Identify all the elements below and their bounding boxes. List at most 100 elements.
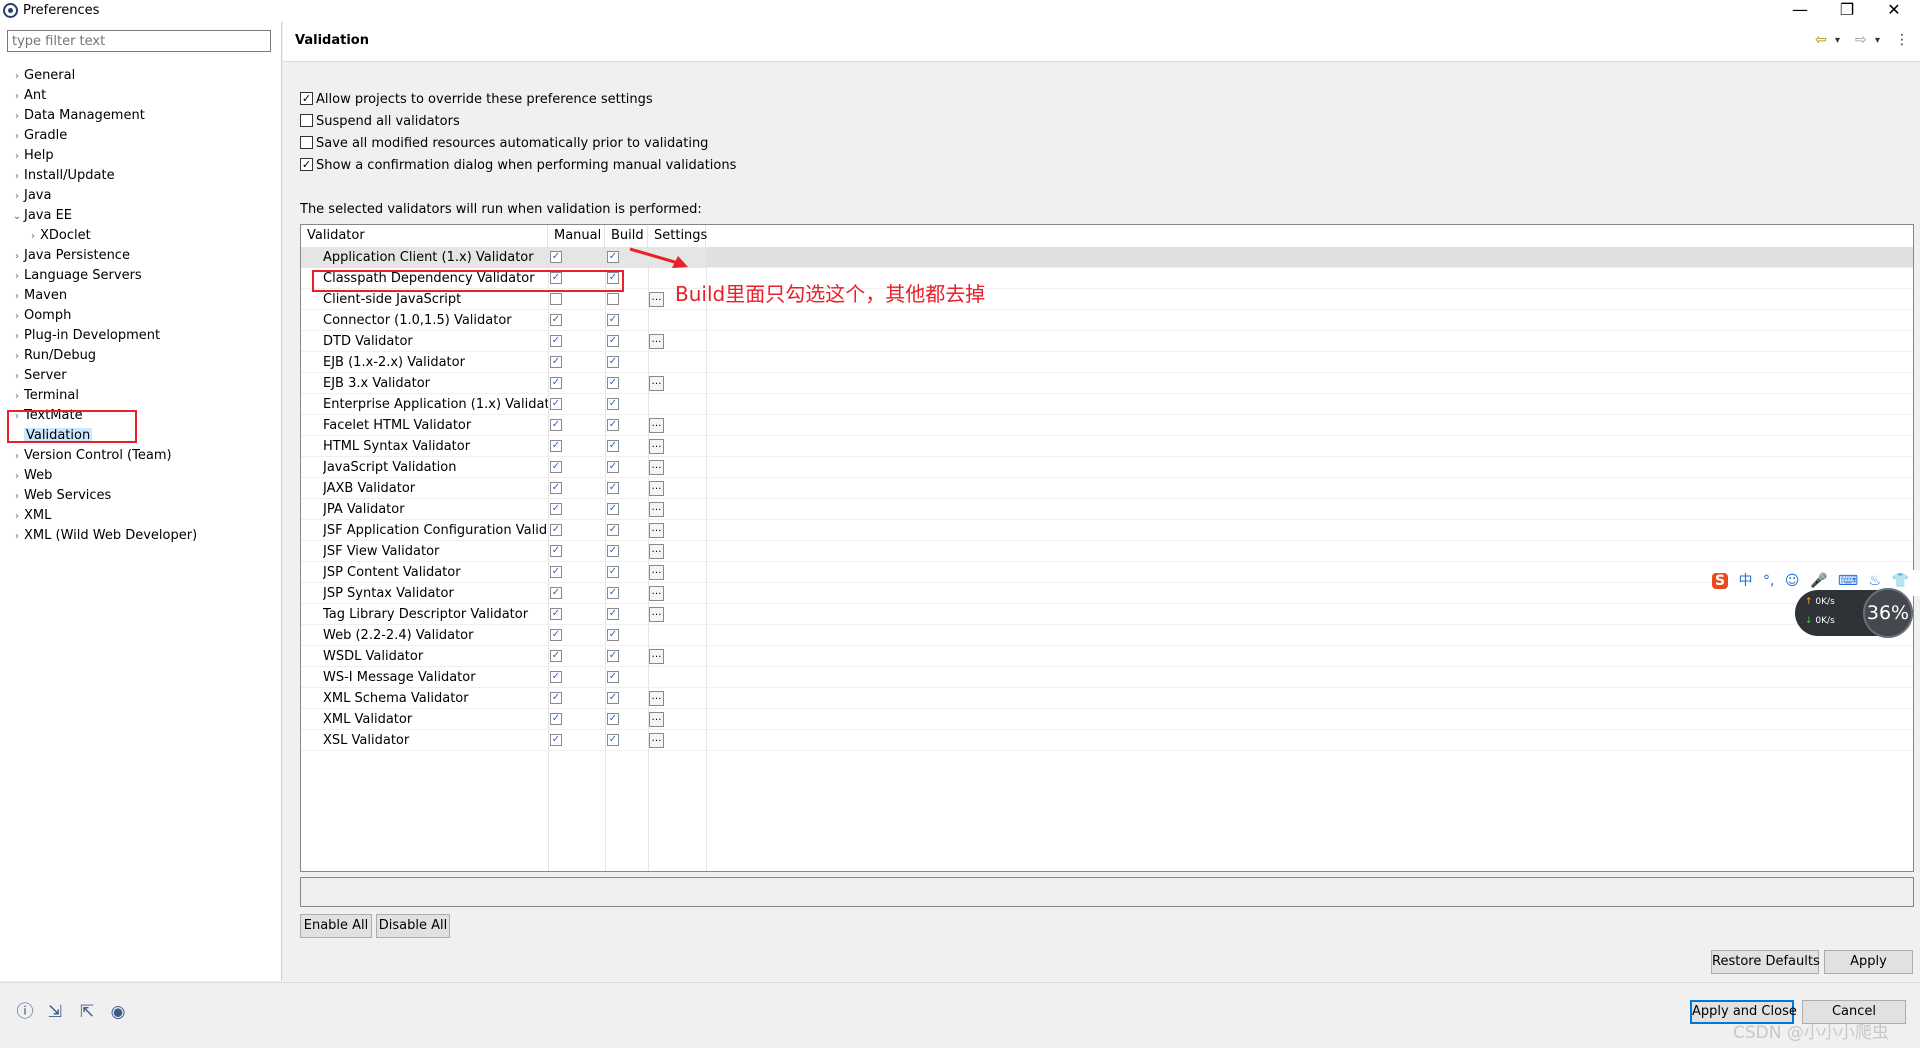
tree-item-general[interactable]: › General <box>10 66 75 86</box>
table-row[interactable]: Enterprise Application (1.x) Validator ✓ ✓ <box>301 394 1913 415</box>
tree-item-ant[interactable]: › Ant <box>10 86 46 106</box>
settings-button[interactable]: … <box>649 712 664 727</box>
build-checkbox[interactable]: ✓ <box>607 566 619 578</box>
tree-item-version-control-team[interactable]: › Version Control (Team) <box>10 446 172 466</box>
table-row[interactable]: Facelet HTML Validator ✓ ✓… <box>301 415 1913 436</box>
table-row[interactable]: JavaScript Validation ✓ ✓… <box>301 457 1913 478</box>
table-row[interactable]: JSP Content Validator ✓ ✓… <box>301 562 1913 583</box>
tree-item-language-servers[interactable]: › Language Servers <box>10 266 142 286</box>
collapsed-arrow-icon[interactable]: › <box>10 307 24 327</box>
settings-button[interactable]: … <box>649 607 664 622</box>
chinese-mode-icon[interactable]: 中 <box>1739 570 1753 590</box>
expanded-arrow-icon[interactable]: ⌄ <box>10 207 24 227</box>
settings-button[interactable]: … <box>649 460 664 475</box>
table-row[interactable]: Client-side JavaScript… <box>301 289 1913 310</box>
table-row[interactable]: XML Validator ✓ ✓… <box>301 709 1913 730</box>
network-monitor[interactable]: ↑ 0K/s ↓ 0K/s 36% <box>1795 588 1913 638</box>
apply-button[interactable]: Apply <box>1824 950 1913 974</box>
manual-checkbox[interactable]: ✓ <box>550 713 562 725</box>
forward-dropdown-icon[interactable]: ▾ <box>1875 35 1880 46</box>
emoji-icon[interactable]: ☺ <box>1785 573 1800 589</box>
column-manual[interactable]: Manual <box>548 225 605 247</box>
table-row[interactable]: XML Schema Validator ✓ ✓… <box>301 688 1913 709</box>
settings-button[interactable]: … <box>649 439 664 454</box>
manual-checkbox[interactable]: ✓ <box>550 629 562 641</box>
build-checkbox[interactable]: ✓ <box>607 251 619 263</box>
manual-checkbox[interactable]: ✓ <box>550 377 562 389</box>
collapsed-arrow-icon[interactable]: › <box>10 247 24 267</box>
punctuation-icon[interactable]: °, <box>1763 573 1774 589</box>
tree-item-gradle[interactable]: › Gradle <box>10 126 67 146</box>
restore-button[interactable]: ❐ <box>1827 0 1867 22</box>
build-checkbox[interactable]: ✓ <box>607 398 619 410</box>
tree-item-run-debug[interactable]: › Run/Debug <box>10 346 96 366</box>
option-checkbox[interactable] <box>300 92 313 105</box>
user-icon[interactable]: ♨ <box>1869 573 1882 589</box>
build-checkbox[interactable]: ✓ <box>607 524 619 536</box>
collapsed-arrow-icon[interactable]: › <box>10 507 24 527</box>
manual-checkbox[interactable]: ✓ <box>550 251 562 263</box>
manual-checkbox[interactable]: ✓ <box>550 566 562 578</box>
build-checkbox[interactable] <box>607 293 619 305</box>
build-checkbox[interactable]: ✓ <box>607 587 619 599</box>
back-arrow-icon[interactable]: ⇦ <box>1815 32 1827 48</box>
skin-icon[interactable]: 👕 <box>1892 573 1909 589</box>
close-button[interactable]: ✕ <box>1874 0 1914 22</box>
table-row[interactable]: XSL Validator ✓ ✓… <box>301 730 1913 751</box>
table-row[interactable]: EJB (1.x-2.x) Validator ✓ ✓ <box>301 352 1913 373</box>
build-checkbox[interactable]: ✓ <box>607 461 619 473</box>
disable-all-button[interactable]: Disable All <box>376 914 450 938</box>
table-row[interactable]: Application Client (1.x) Validator ✓ ✓ <box>301 247 1913 268</box>
collapsed-arrow-icon[interactable]: › <box>26 227 40 247</box>
validators-table[interactable]: Validator Manual Build Settings Applicat… <box>300 224 1914 872</box>
build-checkbox[interactable]: ✓ <box>607 650 619 662</box>
column-validator[interactable]: Validator <box>301 225 548 247</box>
build-checkbox[interactable]: ✓ <box>607 314 619 326</box>
settings-button[interactable]: … <box>649 544 664 559</box>
table-row[interactable]: EJB 3.x Validator ✓ ✓… <box>301 373 1913 394</box>
settings-button[interactable]: … <box>649 733 664 748</box>
settings-button[interactable]: … <box>649 418 664 433</box>
build-checkbox[interactable]: ✓ <box>607 734 619 746</box>
tree-item-java[interactable]: › Java <box>10 186 51 206</box>
collapsed-arrow-icon[interactable]: › <box>10 327 24 347</box>
option-checkbox[interactable] <box>300 136 313 149</box>
tree-item-java-ee[interactable]: ⌄ Java EE <box>10 206 72 226</box>
build-checkbox[interactable]: ✓ <box>607 356 619 368</box>
tree-item-server[interactable]: › Server <box>10 366 67 386</box>
manual-checkbox[interactable]: ✓ <box>550 650 562 662</box>
build-checkbox[interactable]: ✓ <box>607 629 619 641</box>
enable-all-button[interactable]: Enable All <box>300 914 372 938</box>
collapsed-arrow-icon[interactable]: › <box>10 447 24 467</box>
table-row[interactable]: WSDL Validator ✓ ✓… <box>301 646 1913 667</box>
tree-item-web-services[interactable]: › Web Services <box>10 486 111 506</box>
table-row[interactable]: JSP Syntax Validator ✓ ✓… <box>301 583 1913 604</box>
microphone-icon[interactable]: 🎤 <box>1810 573 1827 589</box>
manual-checkbox[interactable]: ✓ <box>550 692 562 704</box>
tree-item-java-persistence[interactable]: › Java Persistence <box>10 246 130 266</box>
manual-checkbox[interactable]: ✓ <box>550 671 562 683</box>
collapsed-arrow-icon[interactable]: › <box>10 347 24 367</box>
settings-button[interactable]: … <box>649 292 664 307</box>
build-checkbox[interactable]: ✓ <box>607 545 619 557</box>
manual-checkbox[interactable]: ✓ <box>550 545 562 557</box>
settings-button[interactable]: … <box>649 376 664 391</box>
keyboard-icon[interactable]: ⌨ <box>1838 573 1858 589</box>
settings-button[interactable]: … <box>649 691 664 706</box>
column-build[interactable]: Build <box>605 225 648 247</box>
collapsed-arrow-icon[interactable]: › <box>10 267 24 287</box>
settings-button[interactable]: … <box>649 523 664 538</box>
table-row[interactable]: JSF Application Configuration Valida... ✓… <box>301 520 1913 541</box>
table-row[interactable]: DTD Validator ✓ ✓… <box>301 331 1913 352</box>
manual-checkbox[interactable]: ✓ <box>550 335 562 347</box>
settings-button[interactable]: … <box>649 649 664 664</box>
collapsed-arrow-icon[interactable]: › <box>10 87 24 107</box>
manual-checkbox[interactable]: ✓ <box>550 398 562 410</box>
collapsed-arrow-icon[interactable]: › <box>10 487 24 507</box>
build-checkbox[interactable]: ✓ <box>607 482 619 494</box>
help-icon[interactable]: ⓘ <box>14 1001 36 1023</box>
build-checkbox[interactable]: ✓ <box>607 335 619 347</box>
build-checkbox[interactable]: ✓ <box>607 503 619 515</box>
manual-checkbox[interactable]: ✓ <box>550 503 562 515</box>
tree-item-maven[interactable]: › Maven <box>10 286 67 306</box>
